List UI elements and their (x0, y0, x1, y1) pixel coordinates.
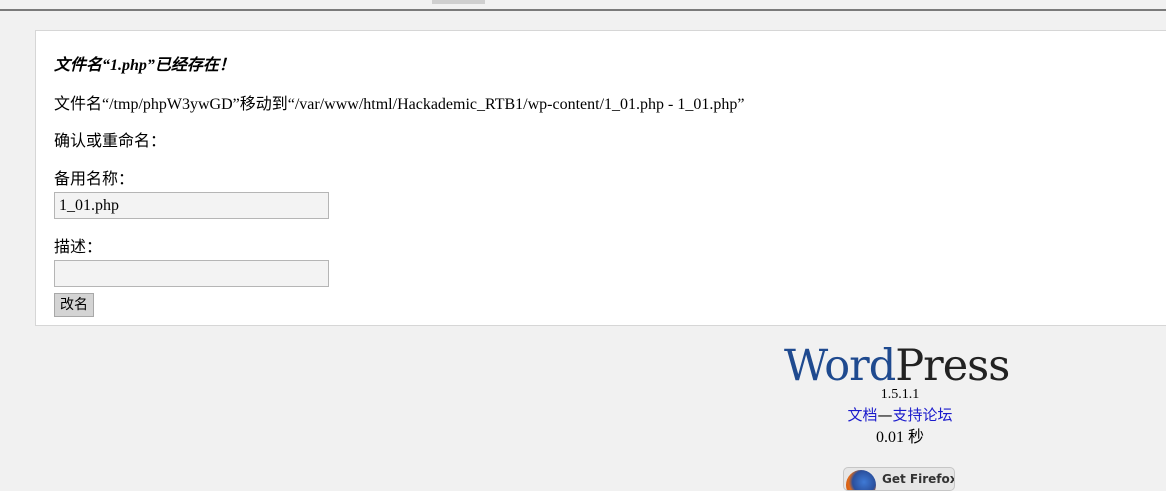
wordpress-logo[interactable]: WordPress (784, 340, 1010, 392)
footer-links: 文档—支持论坛 (700, 405, 1100, 425)
version-number: 1.5.1.1 (880, 387, 920, 402)
alt-name-input[interactable] (54, 192, 329, 219)
file-exists-message: 文件名“1.php”已经存在！ (54, 57, 235, 74)
page-timing: 0.01 秒 (875, 429, 924, 446)
top-tab-stub[interactable] (432, 0, 485, 4)
docs-link[interactable]: 文档 (847, 406, 877, 424)
alt-name-label: 备用名称： (54, 171, 135, 188)
firefox-icon (846, 470, 876, 490)
logo-word: Word (784, 341, 896, 391)
file-moved-message: 文件名“/tmp/phpW3ywGD”移动到“/var/www/html/Hac… (54, 96, 745, 113)
rename-button[interactable]: 改名 (54, 293, 94, 317)
upload-result-panel: 文件名“1.php”已经存在！ 文件名“/tmp/phpW3ywGD”移动到“/… (35, 30, 1166, 326)
get-firefox-badge[interactable]: Get Firefox (843, 467, 955, 491)
links-separator: — (877, 406, 893, 424)
firefox-badge-text: Get Firefox (882, 472, 955, 486)
logo-press: Press (895, 341, 1010, 391)
top-bar (0, 0, 1166, 11)
description-input[interactable] (54, 260, 329, 287)
description-label: 描述： (54, 239, 103, 256)
confirm-rename-prompt: 确认或重命名： (54, 133, 167, 150)
support-forum-link[interactable]: 支持论坛 (893, 406, 953, 424)
